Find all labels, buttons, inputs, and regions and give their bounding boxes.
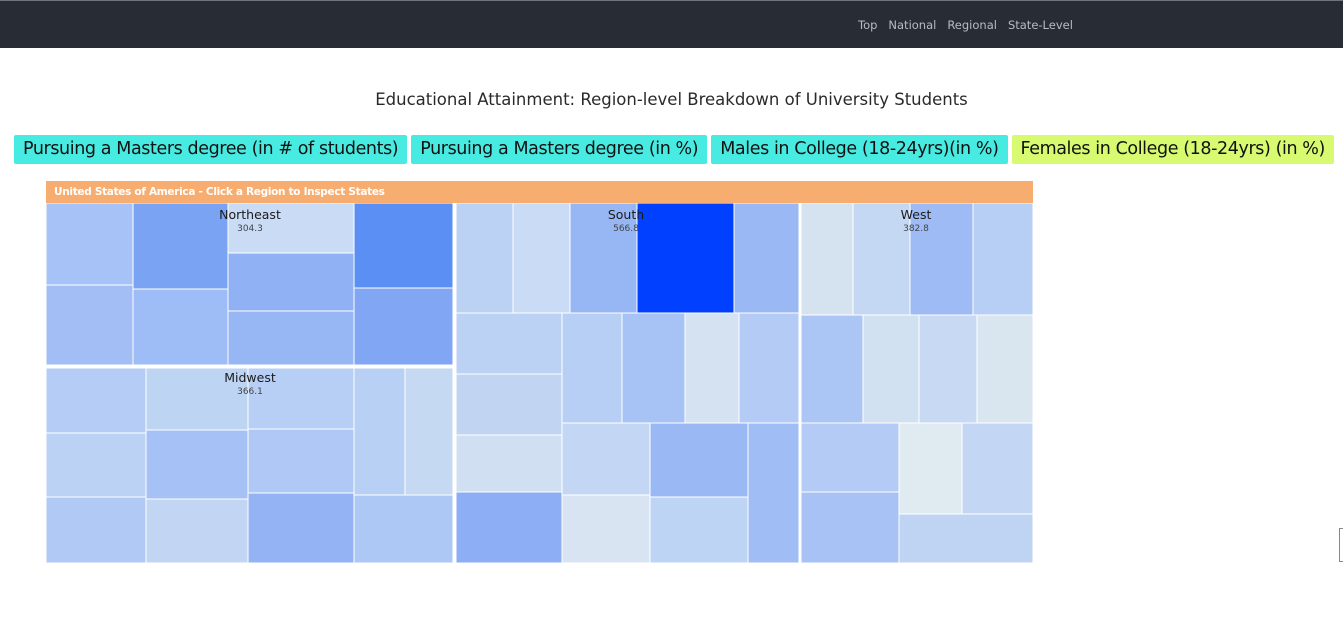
region-treemap: United States of America - Click a Regio… — [46, 181, 1033, 563]
nav-link-state-level[interactable]: State-Level — [1008, 18, 1073, 32]
state-tile-midwest-4[interactable] — [353, 367, 406, 496]
state-tile-south-4[interactable] — [636, 203, 735, 314]
nav-link-national[interactable]: National — [888, 18, 936, 32]
metric-button-row: Pursuing a Masters degree (in # of stude… — [14, 135, 1338, 164]
state-tile-west-11[interactable] — [961, 422, 1033, 515]
state-tile-south-11[interactable] — [455, 373, 563, 436]
state-tile-west-7[interactable] — [918, 314, 978, 424]
state-tile-south-8[interactable] — [621, 312, 686, 424]
state-tile-midwest-6[interactable] — [46, 432, 147, 498]
state-tile-midwest-8[interactable] — [247, 428, 355, 494]
state-tile-midwest-9[interactable] — [46, 496, 147, 563]
state-tile-west-12[interactable] — [799, 491, 900, 563]
state-tile-northeast-1[interactable] — [46, 203, 134, 286]
females-college-button[interactable]: Females in College (18-24yrs) (in %) — [1011, 135, 1334, 164]
state-tile-south-14[interactable] — [561, 422, 651, 496]
state-tile-south-1[interactable] — [455, 203, 514, 314]
region-value-midwest: 366.1 — [237, 387, 263, 397]
state-tile-south-17[interactable] — [561, 494, 651, 563]
state-tile-west-8[interactable] — [976, 314, 1033, 424]
state-tile-northeast-9[interactable] — [353, 287, 454, 366]
state-tile-south-10[interactable] — [738, 312, 801, 424]
region-label-midwest: Midwest — [224, 370, 276, 385]
region-value-west: 382.8 — [903, 224, 929, 234]
page-title: Educational Attainment: Region-level Bre… — [375, 90, 968, 109]
nav-link-top[interactable]: Top — [858, 18, 877, 32]
nav-links: Top National Regional State-Level — [858, 18, 1073, 32]
state-tile-midwest-1[interactable] — [46, 367, 147, 434]
region-value-south: 566.8 — [613, 224, 639, 234]
state-tile-northeast-2[interactable] — [132, 203, 229, 290]
state-tile-west-13[interactable] — [898, 513, 1033, 563]
nav-link-regional[interactable]: Regional — [947, 18, 997, 32]
scroll-handle[interactable] — [1339, 528, 1343, 562]
state-tile-south-12[interactable] — [455, 434, 563, 493]
state-tile-west-9[interactable] — [799, 422, 900, 493]
state-tile-northeast-8[interactable] — [227, 310, 355, 366]
state-tile-northeast-6[interactable] — [132, 288, 229, 366]
region-value-northeast: 304.3 — [237, 224, 263, 234]
state-tile-south-18[interactable] — [649, 496, 749, 563]
state-tile-midwest-5[interactable] — [404, 367, 454, 496]
males-college-button[interactable]: Males in College (18-24yrs)(in %) — [711, 135, 1008, 164]
state-tile-south-6[interactable] — [455, 312, 563, 375]
state-tile-south-5[interactable] — [733, 203, 801, 314]
state-tile-midwest-10[interactable] — [145, 498, 249, 563]
state-tile-south-13[interactable] — [455, 491, 563, 563]
state-tile-south-9[interactable] — [684, 312, 740, 424]
state-tile-northeast-7[interactable] — [227, 252, 355, 312]
masters-percent-button[interactable]: Pursuing a Masters degree (in %) — [411, 135, 708, 164]
state-tile-west-10[interactable] — [898, 422, 963, 515]
state-tile-south-7[interactable] — [561, 312, 623, 424]
masters-count-button[interactable]: Pursuing a Masters degree (in # of stude… — [14, 135, 408, 164]
state-tile-south-15[interactable] — [649, 422, 749, 498]
treemap-header-usa[interactable]: United States of America - Click a Regio… — [46, 181, 1033, 203]
state-tile-midwest-7[interactable] — [145, 429, 249, 500]
treemap-canvas: Northeast 304.3 South 566.8 West 382.8 M… — [46, 203, 1033, 563]
region-label-northeast: Northeast — [219, 207, 281, 222]
state-tile-midwest-11[interactable] — [247, 492, 355, 563]
state-tile-west-6[interactable] — [862, 314, 920, 424]
region-label-west: West — [901, 207, 932, 222]
state-tile-south-2[interactable] — [512, 203, 571, 314]
state-tile-west-1[interactable] — [799, 203, 854, 316]
state-tile-west-4[interactable] — [972, 203, 1033, 316]
state-tile-south-16[interactable] — [747, 422, 801, 563]
state-tile-northeast-4[interactable] — [353, 203, 454, 289]
top-navbar: Top National Regional State-Level — [0, 0, 1343, 48]
state-tile-northeast-5[interactable] — [46, 284, 134, 366]
region-label-south: South — [608, 207, 644, 222]
state-tile-midwest-12[interactable] — [353, 494, 454, 563]
state-tile-west-5[interactable] — [799, 314, 864, 424]
